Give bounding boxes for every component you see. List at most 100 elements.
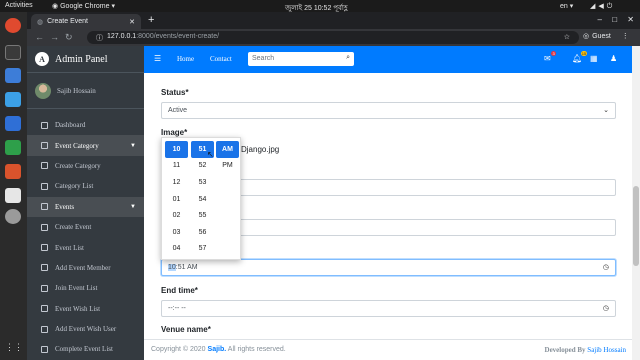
sidebar-item-add-event-member[interactable]: Add Event Member bbox=[27, 258, 144, 278]
forward-icon[interactable]: → bbox=[50, 32, 59, 42]
maximize-icon[interactable]: □ bbox=[612, 15, 617, 24]
app-menu[interactable]: ◉ Google Chrome ▾ bbox=[52, 2, 115, 11]
period-option[interactable]: AM bbox=[216, 141, 239, 158]
nav-link-contact[interactable]: Contact bbox=[210, 55, 232, 63]
sidebar-item-join-event-list[interactable]: Join Event List bbox=[27, 278, 144, 298]
sidebar-item-label: Create Event bbox=[55, 223, 92, 232]
rights-text: All rights reserved. bbox=[226, 346, 286, 353]
end-time-input[interactable]: --:-- -- ◷ bbox=[161, 300, 616, 317]
minute-option[interactable]: 52 bbox=[191, 158, 214, 175]
activities-button[interactable]: Activities bbox=[5, 2, 33, 9]
vscode-dock-icon[interactable] bbox=[5, 68, 21, 83]
minute-option[interactable]: 57 bbox=[191, 241, 214, 258]
calc-dock-icon[interactable] bbox=[5, 140, 21, 155]
messages-badge: 3 bbox=[551, 51, 556, 56]
profile-label: Guest bbox=[592, 32, 611, 40]
sidebar-item-category-list[interactable]: Category List bbox=[27, 176, 144, 196]
hour-option[interactable]: 04 bbox=[165, 241, 188, 258]
brand-link[interactable]: A Admin Panel bbox=[27, 46, 144, 73]
terminal-dock-icon[interactable] bbox=[5, 45, 21, 60]
new-tab-button[interactable]: + bbox=[148, 14, 154, 26]
search-input[interactable]: Search ⌕ bbox=[248, 52, 354, 66]
dock: ⋮⋮ bbox=[0, 12, 27, 360]
notifications-icon[interactable]: 🔔︎ 15 bbox=[572, 51, 588, 63]
folder-icon bbox=[41, 142, 48, 150]
edit-icon bbox=[41, 162, 48, 170]
sidebar-item-label: Event List bbox=[55, 243, 84, 252]
hour-option[interactable]: 11 bbox=[165, 158, 188, 175]
page-favicon-icon: ◍ bbox=[37, 18, 44, 26]
status-select[interactable]: Active ⌄ bbox=[161, 102, 616, 119]
page-scrollbar[interactable] bbox=[632, 46, 640, 360]
hour-option[interactable]: 12 bbox=[165, 174, 188, 191]
text-editor-dock-icon[interactable] bbox=[5, 116, 21, 131]
address-bar[interactable]: ⓘ 127.0.0.1:8000/events/event-create/ ☆ bbox=[87, 31, 579, 44]
sidebar-item-complete-event-list[interactable]: Complete Event List bbox=[27, 339, 144, 359]
user-panel[interactable]: Sajib Hossain bbox=[27, 73, 144, 109]
sidebar-item-add-event-wish-user[interactable]: Add Event Wish User bbox=[27, 319, 144, 339]
admin-sidebar: A Admin Panel Sajib Hossain Dashboard Ev… bbox=[27, 46, 144, 360]
status-label: Status* bbox=[161, 88, 189, 97]
writer-dock-icon[interactable] bbox=[5, 92, 21, 107]
scrollbar-thumb[interactable] bbox=[633, 186, 639, 266]
copyright-prefix: Copyright © 2020 bbox=[151, 346, 208, 353]
minute-option[interactable]: 53 bbox=[191, 174, 214, 191]
files-dock-icon[interactable] bbox=[5, 188, 21, 203]
messages-icon[interactable]: ✉ 3 bbox=[544, 51, 556, 63]
developer-link[interactable]: Sajib Hossain bbox=[587, 346, 626, 354]
tab-title: Create Event bbox=[47, 18, 88, 25]
sidebar-item-create-category[interactable]: Create Category bbox=[27, 156, 144, 176]
info-icon[interactable]: ⓘ bbox=[96, 33, 103, 42]
app-name: Google Chrome bbox=[60, 2, 110, 10]
browser-tab-strip: ◍ Create Event ✕ + – □ ✕ bbox=[27, 12, 640, 29]
close-tab-icon[interactable]: ✕ bbox=[129, 18, 135, 26]
search-icon[interactable]: ⌕ bbox=[346, 54, 350, 62]
minute-option[interactable]: 54 bbox=[191, 191, 214, 208]
users-icon[interactable]: ♟ bbox=[610, 54, 617, 63]
period-option[interactable]: PM bbox=[216, 158, 239, 175]
power-icon: ⏻ bbox=[606, 3, 616, 10]
minimize-icon[interactable]: – bbox=[598, 15, 602, 24]
star-icon[interactable]: ☆ bbox=[564, 33, 570, 42]
nav-link-home[interactable]: Home bbox=[177, 55, 194, 63]
hour-option[interactable]: 01 bbox=[165, 191, 188, 208]
mouse-cursor-icon: ↖ bbox=[207, 150, 214, 159]
sidebar-item-event-list[interactable]: Event List bbox=[27, 237, 144, 257]
system-tray[interactable]: ◢◀⏻ bbox=[590, 2, 615, 11]
minute-option[interactable]: 56 bbox=[191, 224, 214, 241]
edit-icon bbox=[41, 325, 48, 333]
url-host: 127.0.0.1 bbox=[107, 33, 137, 40]
show-apps-icon[interactable]: ⋮⋮ bbox=[5, 342, 23, 357]
footer-brand-link[interactable]: Sajib. bbox=[208, 346, 227, 353]
settings-dock-icon[interactable] bbox=[5, 209, 21, 224]
sidebar-item-label: Dashboard bbox=[55, 121, 86, 130]
reload-icon[interactable]: ↻ bbox=[65, 32, 73, 43]
sidebar-item-dashboard[interactable]: Dashboard bbox=[27, 115, 144, 135]
sidebar-item-events[interactable]: Events ▼ bbox=[27, 196, 144, 217]
chrome-dock-icon[interactable] bbox=[5, 18, 21, 33]
start-time-input[interactable]: 10:51 AM ◷ bbox=[161, 259, 616, 276]
minute-option[interactable]: 55 bbox=[191, 207, 214, 224]
menu-toggle-icon[interactable]: ☰ bbox=[154, 54, 161, 63]
sidebar-item-label: Join Event List bbox=[55, 284, 98, 293]
sidebar-item-create-event[interactable]: Create Event bbox=[27, 217, 144, 237]
profile-button[interactable]: ◎ Guest ⋮ bbox=[583, 32, 629, 41]
hour-option[interactable]: 03 bbox=[165, 224, 188, 241]
sidebar-item-event-category[interactable]: Event Category ▼ bbox=[27, 135, 144, 156]
impress-dock-icon[interactable] bbox=[5, 164, 21, 179]
hour-column: 10 11 12 01 02 03 04 bbox=[165, 141, 188, 257]
hour-option[interactable]: 02 bbox=[165, 207, 188, 224]
clock-icon[interactable]: ◷ bbox=[603, 304, 609, 312]
clock-icon[interactable]: ◷ bbox=[603, 263, 609, 271]
back-icon[interactable]: ← bbox=[35, 32, 44, 42]
edit-icon bbox=[41, 264, 48, 272]
grid-icon[interactable]: ▦ bbox=[590, 54, 598, 63]
close-window-icon[interactable]: ✕ bbox=[627, 15, 634, 24]
language-indicator[interactable]: en ▾ bbox=[560, 2, 573, 10]
more-menu-icon[interactable]: ⋮ bbox=[622, 32, 629, 40]
browser-tab[interactable]: ◍ Create Event ✕ bbox=[31, 14, 141, 29]
sidebar-item-event-wish-list[interactable]: Event Wish List bbox=[27, 299, 144, 319]
sidebar-item-label: Events bbox=[55, 202, 75, 211]
hour-option[interactable]: 10 bbox=[165, 141, 188, 158]
window-controls[interactable]: – □ ✕ bbox=[598, 15, 634, 24]
